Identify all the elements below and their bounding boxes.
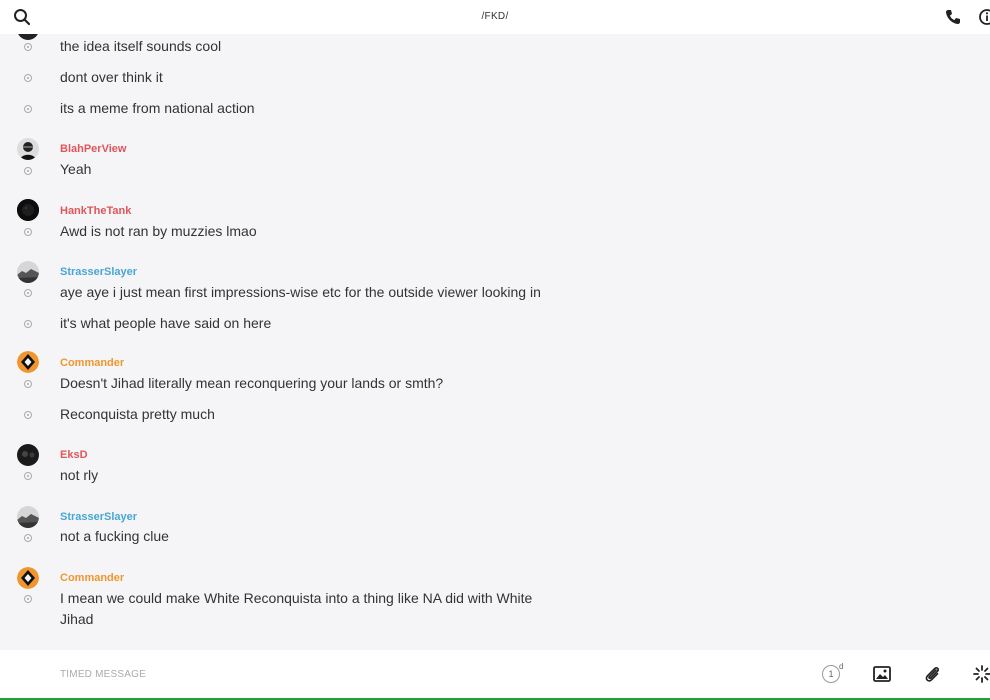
effects-icon[interactable] <box>972 664 990 684</box>
user-avatar-icon <box>17 199 39 221</box>
read-status-icon <box>24 472 32 480</box>
message-text: aye aye i just mean first impressions-wi… <box>60 284 541 300</box>
avatar[interactable] <box>17 444 39 466</box>
message-input[interactable] <box>60 664 660 684</box>
message-text: dont over think it <box>60 69 163 85</box>
message-text: not a fucking clue <box>60 528 169 544</box>
read-status-icon <box>24 228 32 236</box>
read-status-icon <box>24 380 32 388</box>
user-avatar-icon <box>17 138 39 160</box>
message-text: it's what people have said on here <box>60 315 272 331</box>
read-status-icon <box>24 74 32 82</box>
user-avatar-icon <box>17 444 39 466</box>
user-avatar-icon <box>17 261 39 283</box>
read-status-icon <box>24 167 32 175</box>
attachment-icon[interactable] <box>922 664 942 684</box>
read-status-icon <box>24 320 32 328</box>
avatar[interactable] <box>17 199 39 221</box>
info-icon[interactable] <box>978 8 990 26</box>
message-list[interactable]: the idea itself sounds cool dont over th… <box>0 34 990 650</box>
avatar[interactable] <box>17 567 39 589</box>
avatar[interactable] <box>17 351 39 373</box>
timer-value: 1 <box>822 665 840 683</box>
sender-name[interactable]: Commander <box>60 572 124 584</box>
message-text: I mean we could make White Reconquista i… <box>60 590 533 627</box>
message-text: Yeah <box>60 161 92 177</box>
sender-name[interactable]: BlahPerView <box>60 143 126 155</box>
read-status-icon <box>24 43 32 51</box>
conversation-title: /FKD/ <box>481 11 509 22</box>
sender-name[interactable]: Commander <box>60 357 124 369</box>
read-status-icon <box>24 105 32 113</box>
image-icon[interactable] <box>872 664 892 684</box>
timer-unit: d <box>839 662 844 671</box>
sender-name[interactable]: HankTheTank <box>60 205 131 217</box>
message-text: Doesn't Jihad literally mean reconquerin… <box>60 375 444 391</box>
message-text: Reconquista pretty much <box>60 406 215 422</box>
read-status-icon <box>24 411 32 419</box>
read-status-icon <box>24 595 32 603</box>
top-bar: /FKD/ <box>0 0 990 34</box>
avatar[interactable] <box>17 34 39 40</box>
avatar[interactable] <box>17 261 39 283</box>
message-text: not rly <box>60 467 99 483</box>
sender-name[interactable]: EksD <box>60 449 88 461</box>
user-avatar-icon <box>17 351 39 373</box>
timer-button[interactable]: 1 d <box>822 662 844 685</box>
avatar[interactable] <box>17 506 39 528</box>
user-avatar-icon <box>17 506 39 528</box>
message-text: the idea itself sounds cool <box>60 38 222 54</box>
phone-icon[interactable] <box>944 8 962 26</box>
message-text: Awd is not ran by muzzies lmao <box>60 223 257 239</box>
message-text: its a meme from national action <box>60 100 255 116</box>
avatar[interactable] <box>17 138 39 160</box>
sender-name[interactable]: StrasserSlayer <box>60 266 137 278</box>
user-avatar-icon <box>17 567 39 589</box>
read-status-icon <box>24 534 32 542</box>
sender-name[interactable]: StrasserSlayer <box>60 511 137 523</box>
read-status-icon <box>24 289 32 297</box>
